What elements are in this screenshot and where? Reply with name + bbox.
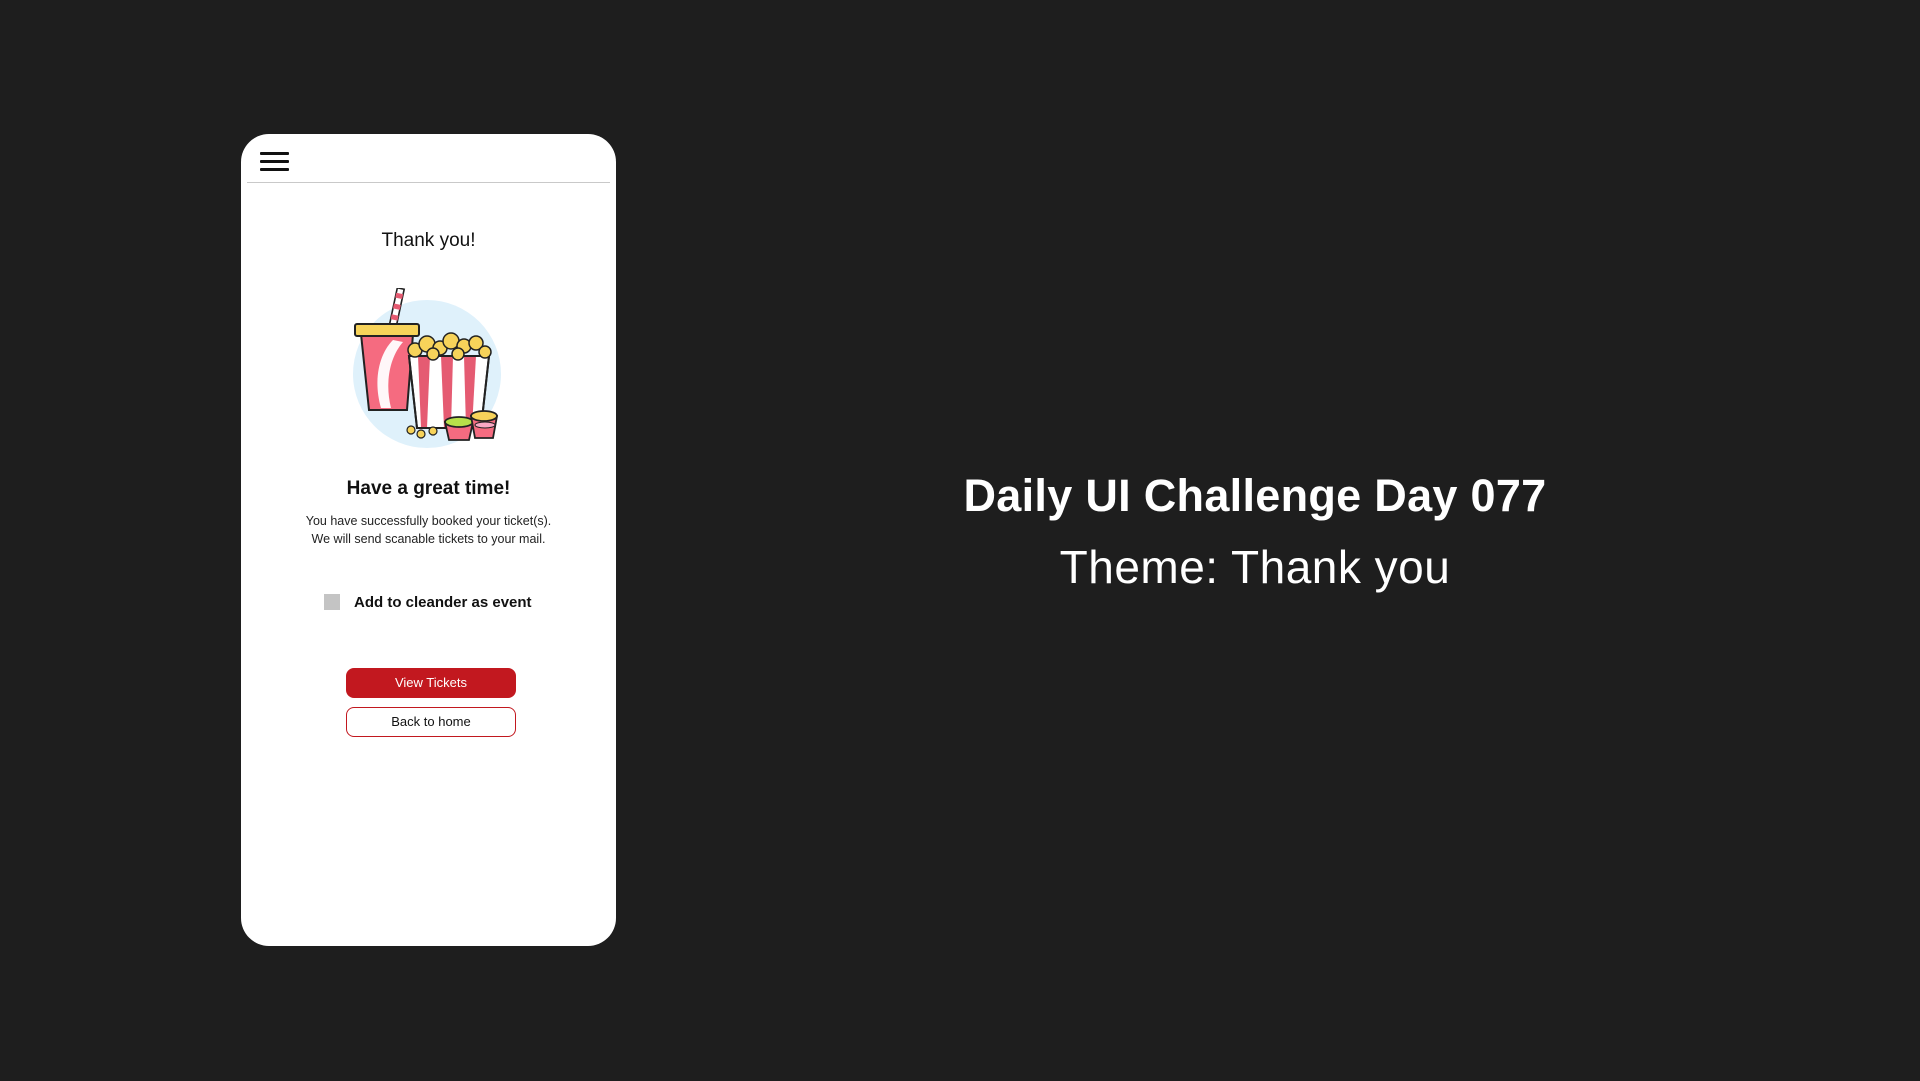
back-to-home-button[interactable]: Back to home <box>346 707 516 737</box>
calendar-checkbox-label: Add to cleander as event <box>354 593 532 611</box>
hamburger-menu-icon[interactable] <box>260 152 289 172</box>
success-heading: Have a great time! <box>346 478 511 499</box>
phone-mockup: Thank you! Have a great time! You have s… <box>241 134 616 946</box>
message-line: We will send scanable tickets to your ma… <box>311 532 546 546</box>
success-message: You have successfully booked your ticket… <box>241 512 616 548</box>
message-line: You have successfully booked your ticket… <box>305 514 552 528</box>
add-to-calendar-option[interactable]: Add to cleander as event <box>324 592 532 612</box>
challenge-title: Daily UI Challenge Day 077 <box>963 470 1547 521</box>
calendar-checkbox[interactable] <box>324 594 340 610</box>
challenge-theme: Theme: Thank you <box>1059 541 1451 593</box>
page-title: Thank you! <box>381 230 476 251</box>
popcorn-and-soda-icon <box>353 288 501 448</box>
challenge-caption: Daily UI Challenge Day 077 Theme: Thank … <box>870 470 1640 594</box>
top-bar <box>247 134 610 183</box>
view-tickets-button[interactable]: View Tickets <box>346 668 516 698</box>
